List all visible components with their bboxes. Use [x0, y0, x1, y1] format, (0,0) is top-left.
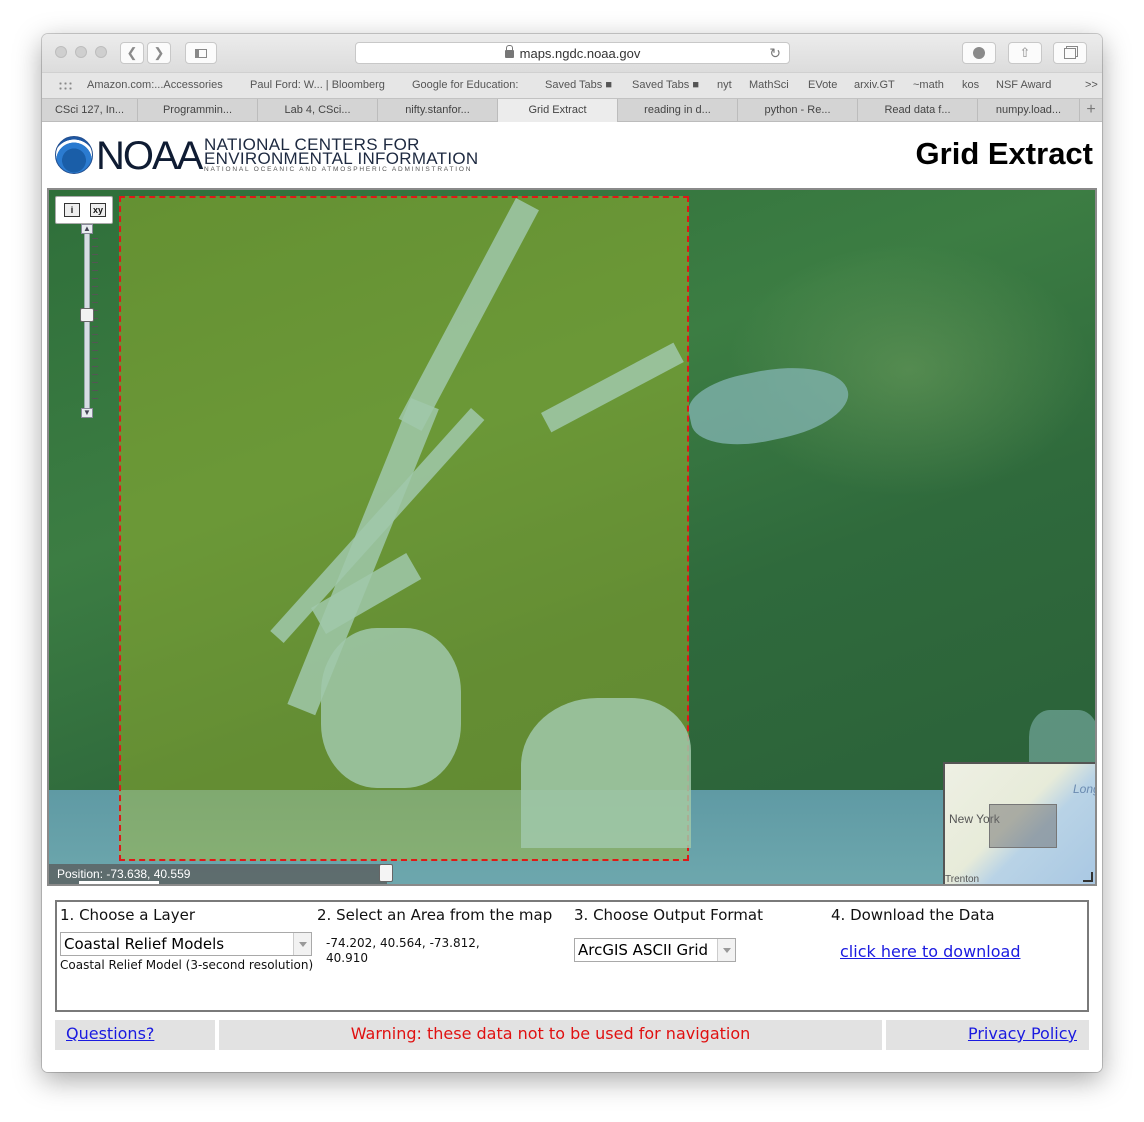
grid-icon[interactable] — [58, 81, 72, 91]
output-format-value: ArcGIS ASCII Grid — [578, 941, 709, 959]
new-tab-button[interactable]: + — [1080, 99, 1102, 122]
zoom-ticks — [92, 238, 98, 406]
zoom-out-button[interactable]: ▼ — [81, 408, 93, 418]
favorites-overflow-button[interactable]: >> — [1085, 79, 1098, 91]
browser-tab[interactable]: Read data f... — [858, 99, 978, 122]
selected-area-coords: -74.202, 40.564, -73.812, — [326, 936, 480, 950]
favorite-link[interactable]: arxiv.GT — [854, 79, 895, 91]
share-button[interactable]: ⇧ — [1008, 42, 1042, 64]
favorite-link[interactable]: kos — [962, 79, 979, 91]
zoom-slider[interactable] — [84, 232, 90, 412]
sound-water — [683, 354, 855, 456]
questions-link[interactable]: Questions? — [66, 1024, 154, 1043]
step4-title: 4. Download the Data — [831, 906, 995, 924]
hudson-river — [398, 198, 539, 431]
minimize-window-button[interactable] — [75, 46, 87, 58]
zoom-window-button[interactable] — [95, 46, 107, 58]
tabs-overview-button[interactable] — [1053, 42, 1087, 64]
step3-title: 3. Choose Output Format — [574, 906, 763, 924]
downloads-button[interactable] — [962, 42, 996, 64]
favorites-bar: Amazon.com:...Accessories Paul Ford: W..… — [42, 72, 1102, 98]
lock-icon — [504, 45, 514, 58]
map-tools-panel: i xy — [55, 196, 113, 224]
sidebar-button[interactable] — [185, 42, 217, 64]
noaa-wordmark: NOAA — [96, 134, 203, 178]
favorite-link[interactable]: EVote — [808, 79, 837, 91]
tabs-icon — [1064, 47, 1076, 59]
zoom-slider-thumb[interactable] — [80, 308, 94, 322]
resize-corner-icon[interactable] — [1083, 872, 1093, 882]
favorite-link[interactable]: MathSci — [749, 79, 789, 91]
browser-tab[interactable]: Lab 4, CSci... — [258, 99, 378, 122]
privacy-policy-link[interactable]: Privacy Policy — [968, 1024, 1077, 1043]
favorite-link[interactable]: Paul Ford: W... | Bloomberg — [250, 79, 385, 91]
browser-tab[interactable]: Programmin... — [138, 99, 258, 122]
favorite-link[interactable]: nyt — [717, 79, 732, 91]
download-icon — [973, 47, 985, 59]
chevron-down-icon[interactable] — [293, 933, 311, 955]
selected-area-coords-cont: 40.910 — [326, 951, 368, 965]
overview-label: Long — [1073, 782, 1095, 796]
back-button[interactable]: ❮ — [120, 42, 144, 64]
favorite-folder[interactable]: Saved Tabs ■ — [632, 79, 699, 91]
overview-extent-box[interactable] — [989, 804, 1057, 848]
overview-map[interactable]: New York Long Trenton — [943, 762, 1095, 884]
favorite-folder[interactable]: Saved Tabs ■ — [545, 79, 612, 91]
chevron-left-icon: ❮ — [126, 45, 138, 60]
browser-tab-active[interactable]: Grid Extract — [498, 99, 618, 122]
plus-icon: + — [1086, 101, 1096, 118]
scale-bar — [79, 881, 159, 884]
chevron-down-icon[interactable] — [717, 939, 735, 961]
noaa-logo-icon — [55, 136, 93, 174]
info-tool-icon[interactable]: i — [64, 203, 80, 217]
jamaica-bay — [521, 698, 691, 848]
pan-handle[interactable] — [379, 864, 393, 882]
layer-description: Coastal Relief Model (3-second resolutio… — [60, 958, 314, 972]
org-name-line3: NATIONAL OCEANIC AND ATMOSPHERIC ADMINIS… — [204, 166, 473, 173]
url-text: maps.ngdc.noaa.gov — [519, 45, 641, 61]
zoom-in-button[interactable]: ▲ — [81, 224, 93, 234]
step1-title: 1. Choose a Layer — [60, 906, 196, 924]
favorite-link[interactable]: ~math — [913, 79, 944, 91]
download-link[interactable]: click here to download — [840, 942, 1021, 961]
share-icon: ⇧ — [1019, 45, 1031, 60]
upper-bay — [321, 628, 461, 788]
reload-icon[interactable]: ↻ — [769, 45, 781, 62]
browser-tab[interactable]: numpy.load... — [978, 99, 1080, 122]
favorite-link[interactable]: NSF Award — [996, 79, 1051, 91]
close-window-button[interactable] — [55, 46, 67, 58]
browser-window: ❮ ❯ maps.ngdc.noaa.gov ↻ ⇧ Amazon.com:..… — [42, 34, 1102, 1072]
sidebar-icon — [195, 48, 207, 58]
long-island-sound-west — [541, 342, 684, 433]
forward-button[interactable]: ❯ — [147, 42, 171, 64]
browser-toolbar: ❮ ❯ maps.ngdc.noaa.gov ↻ ⇧ — [42, 34, 1102, 72]
favorite-link[interactable]: Google for Education: — [412, 79, 518, 91]
map-viewer[interactable]: i xy ▲ ▼ Position: -73.638, 40.559 New Y… — [47, 188, 1097, 886]
overview-label: Trenton — [945, 874, 980, 884]
browser-tab[interactable]: CSci 127, In... — [42, 99, 138, 122]
address-bar[interactable]: maps.ngdc.noaa.gov ↻ — [355, 42, 790, 64]
footer-privacy-cell: Privacy Policy — [886, 1020, 1089, 1050]
chevron-right-icon: ❯ — [153, 45, 165, 60]
xy-tool-icon[interactable]: xy — [90, 203, 106, 217]
layer-select-value: Coastal Relief Models — [64, 935, 225, 953]
browser-tab[interactable]: nifty.stanfor... — [378, 99, 498, 122]
step2-title: 2. Select an Area from the map — [317, 906, 553, 924]
layer-select[interactable]: Coastal Relief Models — [60, 932, 312, 956]
footer-questions-cell: Questions? — [55, 1020, 215, 1050]
browser-tab[interactable]: python - Re... — [738, 99, 858, 122]
selection-rectangle[interactable] — [119, 196, 691, 861]
favorite-link[interactable]: Amazon.com:...Accessories — [87, 79, 223, 91]
output-format-select[interactable]: ArcGIS ASCII Grid — [574, 938, 736, 962]
browser-tab[interactable]: reading in d... — [618, 99, 738, 122]
page-content: NOAA NATIONAL CENTERS FOR ENVIRONMENTAL … — [42, 122, 1102, 1072]
tab-bar: CSci 127, In... Programmin... Lab 4, CSc… — [42, 98, 1102, 122]
east-river — [270, 408, 485, 643]
page-title: Grid Extract — [915, 136, 1093, 171]
footer-bar: Questions? Warning: these data not to be… — [55, 1020, 1089, 1050]
steps-panel: 1. Choose a Layer Coastal Relief Models … — [55, 900, 1089, 1012]
navigation-warning: Warning: these data not to be used for n… — [219, 1020, 882, 1050]
